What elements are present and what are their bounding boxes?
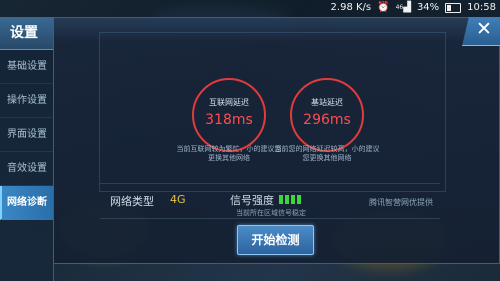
base-station-latency-ring: 基站延迟 296ms [290, 78, 364, 152]
close-icon: ✕ [476, 18, 492, 40]
signal-strength-bars [279, 195, 301, 204]
divider-bottom [100, 218, 440, 219]
latency-frame [99, 32, 446, 192]
signal-bar [291, 195, 295, 204]
internet-latency-ring: 互联网延迟 318ms [192, 78, 266, 152]
signal-bar [297, 195, 301, 204]
signal-bar [285, 195, 289, 204]
settings-sidebar: 设置 基础设置 操作设置 界面设置 音效设置 网络诊断 [0, 17, 54, 281]
alarm-clock-icon: ⏰ [377, 2, 390, 13]
provider-credit: 腾讯智营网优提供 [369, 198, 433, 207]
sidebar-item-interface-settings[interactable]: 界面设置 [0, 118, 53, 152]
battery-icon [445, 3, 462, 13]
signal-type-label: 46 [395, 4, 404, 11]
sidebar-item-basic-settings[interactable]: 基础设置 [0, 50, 53, 84]
internet-latency-value: 318ms [205, 112, 253, 128]
network-type-value: 4G [170, 193, 186, 206]
internet-latency-label: 互联网延迟 [209, 98, 249, 107]
network-speed: 2.98 K/s [330, 2, 372, 13]
divider-top [100, 183, 440, 184]
sidebar-item-sound-settings[interactable]: 音效设置 [0, 152, 53, 186]
clock-time: 10:58 [467, 2, 496, 13]
battery-percent: 34% [416, 2, 440, 13]
network-type-label: 网络类型 [110, 195, 154, 208]
signal-bar [279, 195, 283, 204]
signal-strength-label: 信号强度 [230, 194, 274, 207]
start-diagnosis-button[interactable]: 开始检测 [237, 225, 314, 255]
internet-latency-note: 当前互联网较为繁忙，小的建议您更换其他网络 [176, 145, 282, 162]
mobile-signal-icon: 46▟ [395, 2, 411, 13]
sidebar-item-network-diagnosis[interactable]: 网络诊断 [0, 186, 53, 220]
base-station-latency-label: 基站延迟 [311, 98, 343, 107]
base-station-latency-value: 296ms [303, 112, 351, 128]
status-bar: 2.98 K/s ⏰ 46▟ 34% 10:58 [0, 0, 500, 17]
sidebar-item-control-settings[interactable]: 操作设置 [0, 84, 53, 118]
signal-strength-note: 当前所在区域信号稳定 [236, 209, 306, 217]
base-station-latency-note: 当前您的网络延迟较高，小的建议您更换其他网络 [274, 145, 380, 162]
settings-title: 设置 [0, 17, 53, 50]
